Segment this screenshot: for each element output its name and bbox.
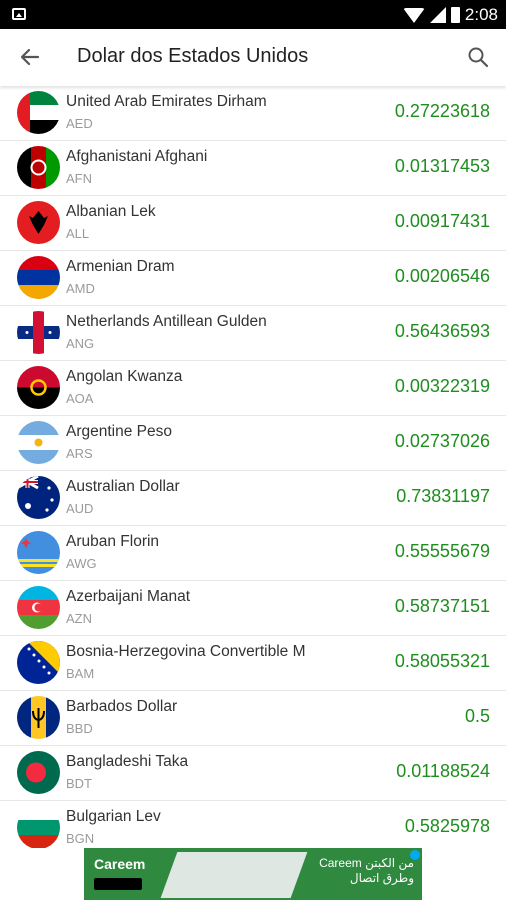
ad-text-line2: وطرق اتصال [349, 871, 414, 885]
currency-row[interactable]: Netherlands Antillean Gulden ANG 0.56436… [0, 306, 506, 361]
search-icon [468, 47, 489, 68]
app-bar: Dolar dos Estados Unidos [0, 29, 506, 86]
page-title: Dolar dos Estados Unidos [77, 45, 309, 67]
currency-code: AFN [66, 171, 92, 186]
battery-icon [450, 7, 460, 23]
currency-name: Armenian Dram [66, 258, 175, 275]
currency-code: AOA [66, 391, 94, 406]
currency-rate: 0.00917431 [394, 211, 490, 231]
currency-code: ANG [66, 336, 95, 351]
azerbaijan-flag-icon [17, 586, 60, 629]
currency-row[interactable]: Albanian Lek ALL 0.00917431 [0, 196, 506, 251]
currency-rate: 0.01188524 [396, 761, 490, 781]
currency-row[interactable]: Bangladeshi Taka BDT 0.01188524 [0, 746, 506, 801]
currency-rate: 0.5 [464, 706, 490, 726]
currency-name: Aruban Florin [66, 533, 160, 550]
currency-name: Azerbaijani Manat [66, 588, 191, 605]
currency-rate: 0.01317453 [394, 156, 490, 176]
currency-code: ARS [66, 446, 93, 461]
currency-code: AED [66, 116, 93, 131]
ad-brand: Careem [94, 856, 146, 872]
currency-row[interactable]: Australian Dollar AUD 0.73831197 [0, 471, 506, 526]
status-bar: 2:08 [0, 0, 506, 29]
currency-code: AZN [66, 611, 92, 626]
ad-text-line1: Careem من الكبتن [319, 856, 414, 870]
currency-row[interactable]: Bosnia-Herzegovina Convertible M BAM 0.5… [0, 636, 506, 691]
currency-code: BAM [66, 666, 95, 681]
barbados-flag-icon [17, 696, 60, 739]
currency-code: BGN [66, 831, 95, 846]
currency-name: Netherlands Antillean Gulden [66, 313, 267, 330]
app-store-badge [94, 878, 142, 890]
armenia-flag-icon [17, 256, 60, 299]
currency-row[interactable]: Angolan Kwanza AOA 0.00322319 [0, 361, 506, 416]
ad-info-icon[interactable] [410, 850, 420, 860]
ad-banner[interactable]: Careem Careem من الكبتن وطرق اتصال [84, 848, 422, 900]
currency-rate: 0.73831197 [396, 486, 490, 506]
currency-row[interactable]: Afghanistani Afghani AFN 0.01317453 [0, 141, 506, 196]
arrow-left-icon [20, 48, 40, 66]
currency-name: Argentine Peso [66, 423, 172, 440]
currency-row[interactable]: United Arab Emirates Dirham AED 0.272236… [0, 86, 506, 141]
currency-name: United Arab Emirates Dirham [66, 93, 267, 110]
currency-name: Barbados Dollar [66, 698, 178, 715]
currency-name: Australian Dollar [66, 478, 180, 495]
search-button[interactable] [462, 41, 494, 73]
currency-row[interactable]: Argentine Peso ARS 0.02737026 [0, 416, 506, 471]
bosnia-flag-icon [17, 641, 60, 684]
currency-code: AWG [66, 556, 97, 571]
currency-rate: 0.58737151 [394, 596, 490, 616]
currency-rate: 0.00322319 [394, 376, 490, 396]
australia-flag-icon [17, 476, 60, 519]
image-notification-icon [12, 8, 26, 20]
currency-name: Bangladeshi Taka [66, 753, 189, 770]
currency-list: United Arab Emirates Dirham AED 0.272236… [0, 86, 506, 848]
currency-rate: 0.58055321 [394, 651, 490, 671]
currency-code: AUD [66, 501, 94, 516]
currency-row[interactable]: Azerbaijani Manat AZN 0.58737151 [0, 581, 506, 636]
currency-row[interactable]: Armenian Dram AMD 0.00206546 [0, 251, 506, 306]
angola-flag-icon [17, 366, 60, 409]
status-time: 2:08 [464, 5, 498, 24]
currency-name: Albanian Lek [66, 203, 156, 220]
albania-flag-icon [17, 201, 60, 244]
currency-code: ALL [66, 226, 90, 241]
currency-row[interactable]: Bulgarian Lev BGN 0.5825978 [0, 801, 506, 848]
currency-rate: 0.55555679 [394, 541, 490, 561]
currency-rate: 0.56436593 [394, 321, 490, 341]
wifi-icon [402, 7, 425, 23]
currency-name: Afghanistani Afghani [66, 148, 208, 165]
currency-rate: 0.00206546 [394, 266, 490, 286]
ad-text: Careem من الكبتن وطرق اتصال [319, 856, 414, 886]
currency-rate: 0.27223618 [394, 101, 490, 121]
currency-name: Bulgarian Lev [66, 808, 161, 825]
currency-name: Bosnia-Herzegovina Convertible M [66, 643, 306, 660]
currency-name: Angolan Kwanza [66, 368, 183, 385]
bulgaria-flag-icon [17, 806, 60, 848]
currency-code: BBD [66, 721, 93, 736]
currency-row[interactable]: Aruban Florin AWG 0.55555679 [0, 526, 506, 581]
currency-code: AMD [66, 281, 95, 296]
currency-rate: 0.5825978 [404, 816, 490, 836]
uae-flag-icon [17, 91, 60, 134]
ad-image [160, 852, 308, 898]
signal-icon [429, 7, 446, 23]
status-icons: 2:08 [402, 5, 498, 25]
argentina-flag-icon [17, 421, 60, 464]
aruba-flag-icon [17, 531, 60, 574]
back-button[interactable] [14, 41, 46, 73]
netherlands-antilles-flag-icon [17, 311, 60, 354]
currency-rate: 0.02737026 [394, 431, 490, 451]
currency-row[interactable]: Barbados Dollar BBD 0.5 [0, 691, 506, 746]
currency-code: BDT [66, 776, 92, 791]
afghanistan-flag-icon [17, 146, 60, 189]
bangladesh-flag-icon [17, 751, 60, 794]
